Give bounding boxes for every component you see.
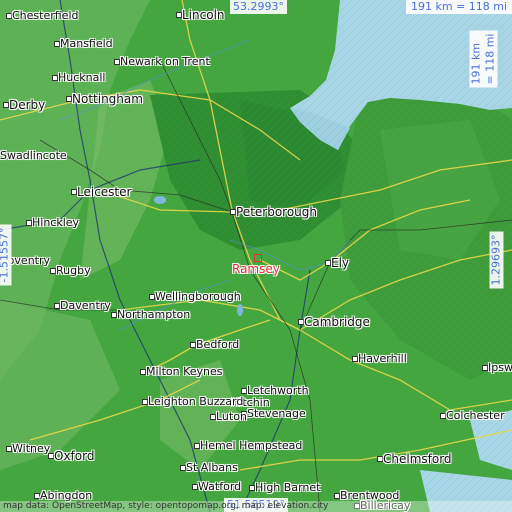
place-label: Oxford bbox=[54, 449, 95, 463]
place-label: Chelmsford bbox=[383, 452, 452, 466]
coord-top-label: 53.2993° bbox=[230, 0, 287, 14]
place-label: Watford bbox=[198, 480, 242, 493]
coord-right-label: 1.29693° bbox=[489, 231, 504, 289]
place-label: Nottingham bbox=[72, 92, 143, 106]
place-label: Luton bbox=[216, 410, 247, 423]
place-label: Daventry bbox=[60, 299, 111, 312]
place-label: Leicester bbox=[77, 185, 132, 199]
scale-top-label: 191 km = 118 mi bbox=[406, 0, 512, 14]
place-label: Ely bbox=[331, 256, 350, 270]
place-label: St Albans bbox=[186, 461, 238, 474]
place-label: Hinckley bbox=[32, 216, 80, 229]
place-label: Hucknall bbox=[58, 71, 106, 84]
place-label: Lincoln bbox=[182, 8, 225, 22]
scale-right-label: 191 km = 118 mi bbox=[469, 30, 498, 88]
place-label: Haverhill bbox=[358, 352, 407, 365]
place-label: Peterborough bbox=[236, 205, 318, 219]
place-label: Derby bbox=[9, 98, 46, 112]
place-label: Bedford bbox=[196, 338, 240, 351]
map-credit[interactable]: map data: OpenStreetMap, style: opentopo… bbox=[0, 501, 512, 512]
place-label: Witney bbox=[12, 442, 51, 455]
place-label: Rugby bbox=[56, 264, 91, 277]
place-label: Leighton Buzzard bbox=[148, 395, 244, 408]
place-label: High Barnet bbox=[255, 481, 321, 494]
place-label: Stevenage bbox=[247, 407, 306, 420]
coord-left-label: -1.51557° bbox=[0, 224, 12, 286]
target-marker bbox=[254, 254, 262, 262]
place-label: Milton Keynes bbox=[146, 365, 223, 378]
map-view[interactable]: Chesterfield Lincoln Mansfield Newark on Tr… bbox=[0, 0, 512, 512]
place-label: Mansfield bbox=[60, 37, 113, 50]
place-label: Wellingborough bbox=[155, 290, 241, 303]
place-label: Newark on Trent bbox=[120, 55, 210, 68]
target-label: Ramsey bbox=[232, 262, 280, 276]
place-label: Cambridge bbox=[304, 315, 370, 329]
place-label: Hemel Hempstead bbox=[200, 439, 303, 452]
place-label: Chesterfield bbox=[12, 9, 79, 22]
place-label: Ipswich bbox=[488, 361, 512, 374]
place-label: Colchester bbox=[446, 409, 505, 422]
place-label: Northampton bbox=[117, 308, 191, 321]
place-label: Swadlincote bbox=[0, 149, 67, 162]
